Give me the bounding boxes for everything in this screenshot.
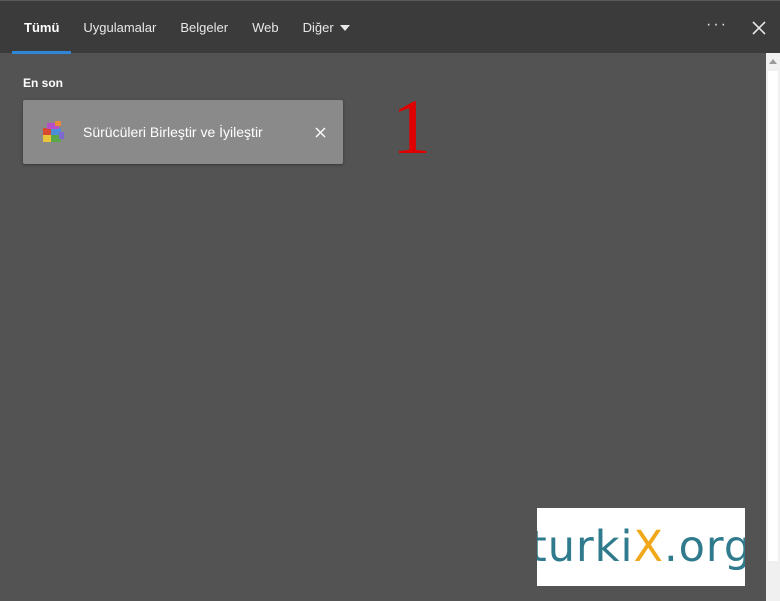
watermark-suffix: .org bbox=[663, 521, 745, 572]
scroll-up-button[interactable] bbox=[766, 53, 780, 70]
tab-label: Diğer bbox=[302, 20, 334, 35]
search-window: Tümü Uygulamalar Belgeler Web Diğer ··· bbox=[0, 0, 780, 601]
tab-apps[interactable]: Uygulamalar bbox=[71, 1, 168, 54]
defrag-app-icon bbox=[43, 121, 64, 142]
tab-label: Web bbox=[252, 20, 279, 35]
close-icon bbox=[315, 127, 325, 137]
watermark-logo: turkiX.org bbox=[537, 508, 745, 586]
header-actions: ··· bbox=[696, 1, 780, 54]
close-icon bbox=[752, 20, 766, 35]
recent-section-title: En son bbox=[23, 76, 64, 90]
caret-down-icon bbox=[339, 24, 350, 31]
scroll-thumb[interactable] bbox=[768, 71, 778, 561]
watermark-text: turkiX.org bbox=[537, 525, 745, 569]
tab-more[interactable]: Diğer bbox=[291, 1, 362, 54]
watermark-prefix: turki bbox=[537, 521, 634, 572]
tab-label: Uygulamalar bbox=[83, 20, 157, 35]
close-button[interactable] bbox=[738, 1, 780, 54]
search-header: Tümü Uygulamalar Belgeler Web Diğer ··· bbox=[0, 0, 780, 54]
more-options-button[interactable]: ··· bbox=[696, 1, 738, 54]
watermark-x: X bbox=[633, 521, 664, 572]
recent-item[interactable]: Sürücüleri Birleştir ve İyileştir bbox=[23, 100, 343, 164]
tab-label: Belgeler bbox=[180, 20, 229, 35]
tab-documents[interactable]: Belgeler bbox=[168, 1, 240, 54]
chevron-up-icon bbox=[769, 59, 777, 64]
remove-recent-button[interactable] bbox=[308, 120, 332, 144]
tab-label: Tümü bbox=[24, 20, 60, 35]
tab-all[interactable]: Tümü bbox=[12, 1, 72, 54]
filter-tabs: Tümü Uygulamalar Belgeler Web Diğer bbox=[12, 1, 362, 54]
tab-web[interactable]: Web bbox=[240, 1, 291, 54]
annotation-number: 1 bbox=[392, 83, 431, 170]
recent-item-label: Sürücüleri Birleştir ve İyileştir bbox=[83, 124, 263, 140]
more-horizontal-icon: ··· bbox=[706, 15, 728, 33]
scrollbar[interactable] bbox=[766, 53, 780, 601]
